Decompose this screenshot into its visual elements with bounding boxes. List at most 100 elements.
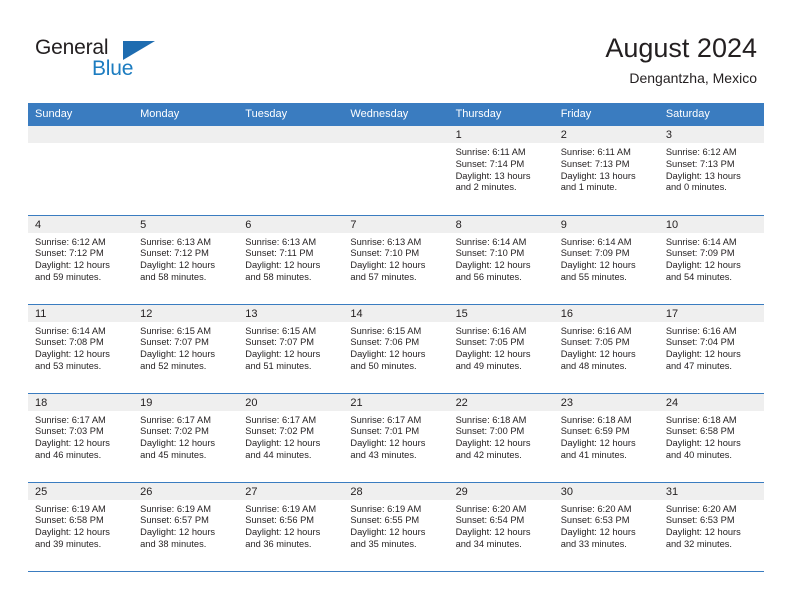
sunset-text: Sunset: 7:07 PM — [245, 337, 315, 348]
day-details: Sunrise: 6:19 AM Sunset: 6:55 PM Daylight:… — [343, 500, 448, 551]
daylight-text-line2: and 38 minutes. — [140, 538, 207, 549]
calendar-cell-day[interactable]: 26 Sunrise: 6:19 AM Sunset: 6:57 PM Dayligh… — [133, 482, 239, 572]
calendar-cell-day[interactable]: 16 Sunrise: 6:16 AM Sunset: 7:05 PM Dayligh… — [553, 304, 659, 394]
day-cell — [133, 126, 239, 215]
daylight-text-line2: and 44 minutes. — [245, 449, 312, 460]
calendar-cell-empty — [133, 126, 239, 216]
day-number: 26 — [133, 482, 239, 500]
weekday-header-wednesday: Wednesday — [343, 103, 449, 126]
sunset-text: Sunset: 7:03 PM — [35, 426, 104, 437]
day-cell: 18 Sunrise: 6:17 AM Sunset: 7:03 PM Dayligh… — [28, 393, 134, 482]
day-number: 27 — [238, 482, 344, 500]
calendar-cell-day[interactable]: 21 Sunrise: 6:17 AM Sunset: 7:01 PM Dayligh… — [343, 393, 449, 483]
calendar-cell-day[interactable]: 5 Sunrise: 6:13 AM Sunset: 7:12 PM Daylight… — [133, 215, 239, 305]
calendar-cell-day[interactable]: 15 Sunrise: 6:16 AM Sunset: 7:05 PM Dayligh… — [448, 304, 554, 394]
day-details: Sunrise: 6:17 AM Sunset: 7:03 PM Daylight:… — [28, 411, 133, 462]
calendar-cell-day[interactable]: 7 Sunrise: 6:13 AM Sunset: 7:10 PM Daylight… — [343, 215, 449, 305]
calendar-cell-day[interactable]: 29 Sunrise: 6:20 AM Sunset: 6:54 PM Dayligh… — [448, 482, 554, 572]
daylight-text-line1: Daylight: 12 hours — [665, 349, 741, 360]
calendar-cell-day[interactable]: 13 Sunrise: 6:15 AM Sunset: 7:07 PM Dayligh… — [238, 304, 344, 394]
day-number: 28 — [343, 482, 449, 500]
day-number: 29 — [448, 482, 554, 500]
day-details: Sunrise: 6:17 AM Sunset: 7:02 PM Daylight:… — [238, 411, 343, 462]
sunrise-text: Sunrise: 6:17 AM — [350, 414, 422, 425]
calendar-cell-day[interactable]: 23 Sunrise: 6:18 AM Sunset: 6:59 PM Dayligh… — [553, 393, 659, 483]
daylight-text-line1: Daylight: 12 hours — [140, 527, 216, 538]
day-details: Sunrise: 6:19 AM Sunset: 6:56 PM Daylight:… — [238, 500, 343, 551]
day-cell: 7 Sunrise: 6:13 AM Sunset: 7:10 PM Daylight… — [343, 215, 449, 304]
day-number: 13 — [238, 304, 344, 322]
calendar-cell-day[interactable]: 6 Sunrise: 6:13 AM Sunset: 7:11 PM Daylight… — [238, 215, 344, 305]
calendar-cell-day[interactable]: 19 Sunrise: 6:17 AM Sunset: 7:02 PM Dayligh… — [133, 393, 239, 483]
day-details: Sunrise: 6:13 AM Sunset: 7:10 PM Daylight:… — [343, 233, 448, 284]
day-cell: 2 Sunrise: 6:11 AM Sunset: 7:13 PM Daylight… — [553, 126, 659, 215]
calendar-cell-day[interactable]: 14 Sunrise: 6:15 AM Sunset: 7:06 PM Dayligh… — [343, 304, 449, 394]
sunset-text: Sunset: 7:02 PM — [245, 426, 315, 437]
day-cell: 5 Sunrise: 6:13 AM Sunset: 7:12 PM Daylight… — [133, 215, 239, 304]
sunset-text: Sunset: 6:54 PM — [455, 515, 525, 526]
sunrise-text: Sunrise: 6:17 AM — [245, 414, 317, 425]
calendar-cell-day[interactable]: 2 Sunrise: 6:11 AM Sunset: 7:13 PM Daylight… — [553, 126, 659, 216]
calendar-week-row: 4 Sunrise: 6:12 AM Sunset: 7:12 PM Daylight… — [28, 215, 764, 305]
day-cell: 3 Sunrise: 6:12 AM Sunset: 7:13 PM Daylight… — [658, 126, 764, 215]
calendar-cell-day[interactable]: 11 Sunrise: 6:14 AM Sunset: 7:08 PM Dayligh… — [28, 304, 134, 394]
sunrise-text: Sunrise: 6:20 AM — [455, 503, 527, 514]
daylight-text-line2: and 47 minutes. — [665, 360, 732, 371]
daylight-text-line1: Daylight: 13 hours — [560, 170, 636, 181]
daylight-text-line1: Daylight: 12 hours — [665, 527, 741, 538]
calendar-cell-day[interactable]: 17 Sunrise: 6:16 AM Sunset: 7:04 PM Dayligh… — [658, 304, 764, 394]
day-details: Sunrise: 6:12 AM Sunset: 7:13 PM Daylight:… — [659, 143, 764, 194]
day-number: 20 — [238, 393, 344, 411]
calendar-cell-empty — [28, 126, 134, 216]
sunset-text: Sunset: 7:06 PM — [350, 337, 420, 348]
day-details: Sunrise: 6:14 AM Sunset: 7:09 PM Daylight:… — [659, 233, 764, 284]
calendar-cell-day[interactable]: 4 Sunrise: 6:12 AM Sunset: 7:12 PM Daylight… — [28, 215, 134, 305]
day-number — [28, 126, 134, 143]
sunrise-text: Sunrise: 6:16 AM — [665, 325, 737, 336]
calendar-cell-day[interactable]: 30 Sunrise: 6:20 AM Sunset: 6:53 PM Dayligh… — [553, 482, 659, 572]
day-number — [133, 126, 239, 143]
sunrise-text: Sunrise: 6:11 AM — [560, 147, 631, 157]
calendar-table: Sunday Monday Tuesday Wednesday Thursday… — [28, 103, 764, 572]
calendar-cell-day[interactable]: 9 Sunrise: 6:14 AM Sunset: 7:09 PM Daylight… — [553, 215, 659, 305]
calendar-cell-day[interactable]: 10 Sunrise: 6:14 AM Sunset: 7:09 PM Dayligh… — [658, 215, 764, 305]
calendar-cell-day[interactable]: 3 Sunrise: 6:12 AM Sunset: 7:13 PM Daylight… — [658, 126, 764, 216]
day-cell: 8 Sunrise: 6:14 AM Sunset: 7:10 PM Daylight… — [448, 215, 554, 304]
daylight-text-line2: and 53 minutes. — [35, 360, 102, 371]
sunset-text: Sunset: 7:01 PM — [350, 426, 420, 437]
calendar-cell-day[interactable]: 18 Sunrise: 6:17 AM Sunset: 7:03 PM Dayligh… — [28, 393, 134, 483]
day-cell — [28, 126, 134, 215]
calendar-cell-day[interactable]: 20 Sunrise: 6:17 AM Sunset: 7:02 PM Dayligh… — [238, 393, 344, 483]
day-cell: 31 Sunrise: 6:20 AM Sunset: 6:53 PM Dayligh… — [658, 482, 764, 571]
daylight-text-line1: Daylight: 12 hours — [35, 260, 110, 271]
calendar-cell-day[interactable]: 22 Sunrise: 6:18 AM Sunset: 7:00 PM Dayligh… — [448, 393, 554, 483]
day-details: Sunrise: 6:19 AM Sunset: 6:58 PM Daylight:… — [28, 500, 133, 551]
brand-logo[interactable]: General Blue — [35, 36, 165, 86]
daylight-text-line1: Daylight: 12 hours — [665, 260, 741, 271]
calendar-cell-day[interactable]: 24 Sunrise: 6:18 AM Sunset: 6:58 PM Dayligh… — [658, 393, 764, 483]
daylight-text-line2: and 45 minutes. — [140, 449, 207, 460]
weekday-header-sunday: Sunday — [28, 103, 134, 126]
weekday-header-tuesday: Tuesday — [238, 103, 344, 126]
sunrise-text: Sunrise: 6:13 AM — [140, 236, 211, 247]
brand-name-blue: Blue — [92, 57, 134, 80]
title-block: August 2024 Dengantzha, Mexico — [605, 32, 757, 88]
day-details: Sunrise: 6:12 AM Sunset: 7:12 PM Daylight:… — [28, 233, 133, 284]
calendar-cell-day[interactable]: 28 Sunrise: 6:19 AM Sunset: 6:55 PM Dayligh… — [343, 482, 449, 572]
calendar-cell-day[interactable]: 8 Sunrise: 6:14 AM Sunset: 7:10 PM Daylight… — [448, 215, 554, 305]
calendar-cell-day[interactable]: 27 Sunrise: 6:19 AM Sunset: 6:56 PM Dayligh… — [238, 482, 344, 572]
daylight-text-line2: and 49 minutes. — [455, 360, 522, 371]
calendar-cell-day[interactable]: 31 Sunrise: 6:20 AM Sunset: 6:53 PM Dayligh… — [658, 482, 764, 572]
calendar-cell-day[interactable]: 12 Sunrise: 6:15 AM Sunset: 7:07 PM Dayligh… — [133, 304, 239, 394]
sunrise-text: Sunrise: 6:19 AM — [350, 503, 422, 514]
calendar-cell-day[interactable]: 1 Sunrise: 6:11 AM Sunset: 7:14 PM Daylight… — [448, 126, 554, 216]
day-cell: 27 Sunrise: 6:19 AM Sunset: 6:56 PM Dayligh… — [238, 482, 344, 571]
sunrise-text: Sunrise: 6:11 AM — [455, 147, 526, 157]
calendar-cell-day[interactable]: 25 Sunrise: 6:19 AM Sunset: 6:58 PM Dayligh… — [28, 482, 134, 572]
day-cell: 12 Sunrise: 6:15 AM Sunset: 7:07 PM Dayligh… — [133, 304, 239, 393]
sunset-text: Sunset: 6:53 PM — [560, 515, 630, 526]
daylight-text-line1: Daylight: 12 hours — [455, 438, 531, 449]
day-number: 15 — [448, 304, 554, 322]
day-details: Sunrise: 6:20 AM Sunset: 6:53 PM Daylight:… — [554, 500, 659, 551]
sunset-text: Sunset: 7:04 PM — [665, 337, 735, 348]
